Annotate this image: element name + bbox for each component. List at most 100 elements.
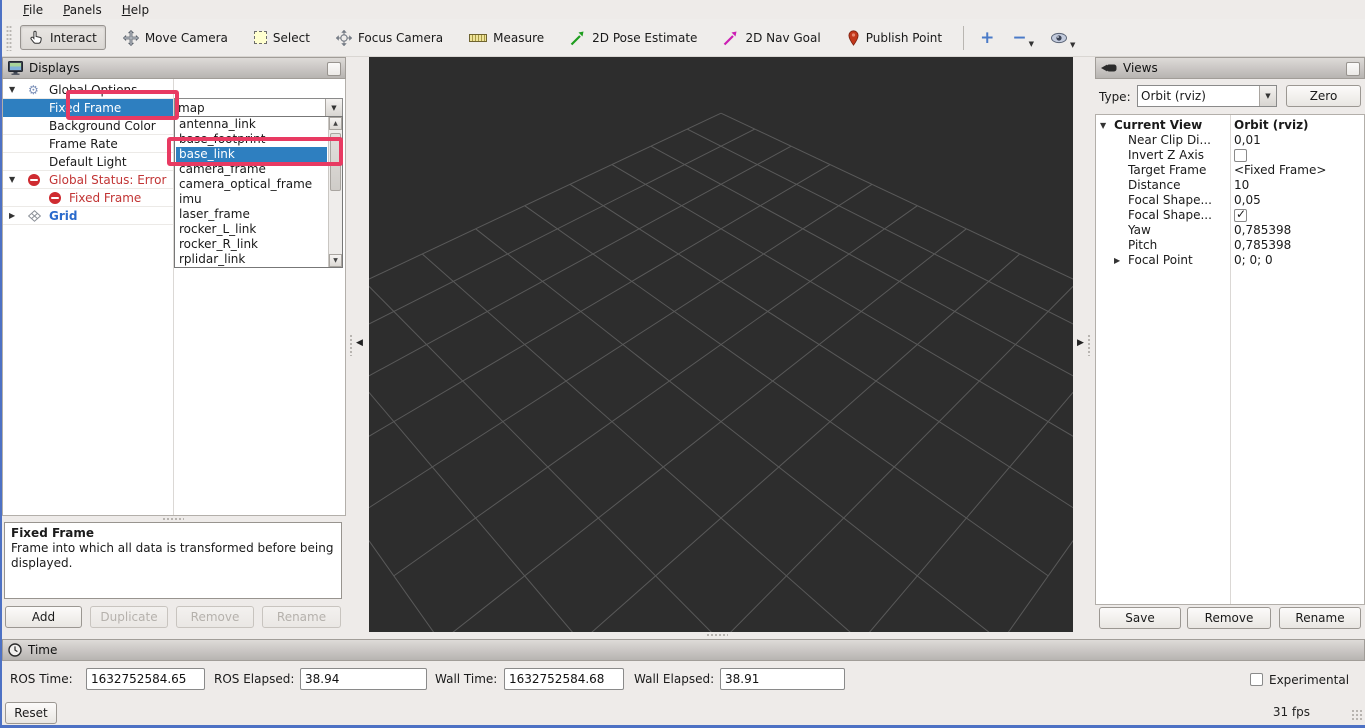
menu-help[interactable]: Help <box>113 2 158 18</box>
grid-display-icon <box>28 210 41 222</box>
tree-row-label: Fixed Frame <box>69 189 141 207</box>
prop-row-near-clip[interactable]: Near Clip Di... 0,01 <box>1096 133 1364 148</box>
tree-row-global-status-error[interactable]: ▼ Global Status: Error <box>3 171 173 189</box>
chevron-right-icon[interactable]: ▶ <box>1114 253 1120 268</box>
prop-name: Invert Z Axis <box>1128 148 1204 163</box>
prop-row-current-view[interactable]: ▼ Current View Orbit (rviz) <box>1096 118 1364 133</box>
menu-panels[interactable]: Panels <box>54 2 111 18</box>
prop-row-distance[interactable]: Distance 10 <box>1096 178 1364 193</box>
tree-row-fixed-frame-error[interactable]: Fixed Frame <box>3 189 173 207</box>
dropdown-item-rplidar-link[interactable]: rplidar_link <box>176 252 327 267</box>
dropdown-item-rocker-l-link[interactable]: rocker_L_link <box>176 222 327 237</box>
views-panel: Views Type: Orbit (rviz) ▼ Zero ▼ Curren… <box>1095 57 1365 632</box>
interact-tool-label: Interact <box>50 31 97 45</box>
prop-value: 0,785398 <box>1234 223 1291 238</box>
chevron-down-icon[interactable]: ▼ <box>9 171 15 189</box>
horizontal-splitter-handle[interactable] <box>162 517 184 521</box>
chevron-right-icon[interactable]: ▶ <box>9 207 15 225</box>
add-tool-button[interactable]: + <box>974 28 1000 48</box>
toolbar-separator <box>963 26 964 50</box>
remove-tool-button[interactable]: − ▼ <box>1006 28 1038 48</box>
resize-grip[interactable] <box>1351 709 1363 721</box>
scroll-down-icon[interactable]: ▼ <box>329 254 342 267</box>
time-panel-header: Time <box>2 639 1365 661</box>
zero-button[interactable]: Zero <box>1286 85 1361 107</box>
interact-tool-button[interactable]: Interact <box>20 25 106 50</box>
splitter-dots <box>1087 334 1091 356</box>
add-display-button[interactable]: Add <box>5 606 82 628</box>
pose-estimate-tool-button[interactable]: 2D Pose Estimate <box>561 25 706 51</box>
views-float-button[interactable] <box>1346 62 1360 76</box>
rviz-window: File Panels Help Interact Move Camera Se… <box>0 0 1365 728</box>
displays-float-button[interactable] <box>327 62 341 76</box>
focus-camera-tool-button[interactable]: Focus Camera <box>327 25 452 51</box>
plus-icon: + <box>980 30 994 46</box>
render-viewport[interactable] <box>369 57 1073 632</box>
move-camera-tool-button[interactable]: Move Camera <box>114 25 237 51</box>
dropdown-item-antenna-link[interactable]: antenna_link <box>176 117 327 132</box>
invert-z-checkbox[interactable] <box>1234 149 1247 162</box>
wall-elapsed-label: Wall Elapsed: <box>634 672 714 686</box>
combo-arrow-icon[interactable]: ▼ <box>1259 86 1276 106</box>
view-type-combo[interactable]: Orbit (rviz) ▼ <box>1137 85 1277 107</box>
scroll-up-icon[interactable]: ▲ <box>329 117 342 130</box>
views-panel-title: Views <box>1123 61 1158 75</box>
dropdown-item-rocker-r-link[interactable]: rocker_R_link <box>176 237 327 252</box>
rename-view-button[interactable]: Rename <box>1279 607 1361 629</box>
ros-elapsed-input[interactable] <box>300 668 427 690</box>
wall-elapsed-input[interactable] <box>720 668 845 690</box>
prop-row-focal-shape-fixed[interactable]: Focal Shape... <box>1096 208 1364 223</box>
chevron-down-icon[interactable]: ▼ <box>9 81 15 99</box>
remove-display-button[interactable]: Remove <box>176 606 254 628</box>
save-view-button[interactable]: Save <box>1099 607 1181 629</box>
wall-time-input[interactable] <box>504 668 624 690</box>
prop-row-focal-point[interactable]: ▶ Focal Point 0; 0; 0 <box>1096 253 1364 268</box>
tree-row-frame-rate[interactable]: Frame Rate <box>3 135 173 153</box>
combo-arrow-icon[interactable]: ▼ <box>325 99 342 116</box>
prop-row-focal-shape-size[interactable]: Focal Shape... 0,05 <box>1096 193 1364 208</box>
prop-row-invert-z[interactable]: Invert Z Axis <box>1096 148 1364 163</box>
right-splitter[interactable]: ▶ <box>1073 57 1095 632</box>
dropdown-item-camera-optical-frame[interactable]: camera_optical_frame <box>176 177 327 192</box>
ros-time-label: ROS Time: <box>10 672 73 686</box>
gear-icon: ⚙ <box>28 81 39 99</box>
prop-name: Focal Shape... <box>1128 208 1212 223</box>
ground-grid <box>369 57 1073 632</box>
measure-tool-button[interactable]: Measure <box>460 26 553 50</box>
eye-icon <box>1050 31 1068 45</box>
left-splitter[interactable]: ◀ <box>346 57 369 632</box>
fixed-frame-combo[interactable]: map ▼ <box>174 98 343 117</box>
tree-row-default-light[interactable]: Default Light <box>3 153 173 171</box>
minus-icon: − <box>1012 30 1026 46</box>
monitor-icon <box>8 61 23 75</box>
collapse-right-icon[interactable]: ▶ <box>1077 338 1084 348</box>
focal-shape-checkbox[interactable] <box>1234 209 1247 222</box>
select-tool-button[interactable]: Select <box>245 26 319 50</box>
prop-row-pitch[interactable]: Pitch 0,785398 <box>1096 238 1364 253</box>
annotation-highlight-base-link <box>167 137 343 166</box>
nav-goal-tool-button[interactable]: 2D Nav Goal <box>714 25 829 51</box>
prop-name: Distance <box>1128 178 1180 193</box>
viewport-splitter-handle[interactable] <box>706 633 728 637</box>
duplicate-display-button[interactable]: Duplicate <box>90 606 168 628</box>
chevron-down-icon[interactable]: ▼ <box>1100 118 1106 133</box>
tool-visibility-button[interactable]: ▼ <box>1044 29 1079 47</box>
dropdown-caret-icon: ▼ <box>1029 40 1034 48</box>
reset-button[interactable]: Reset <box>5 702 57 724</box>
dropdown-item-laser-frame[interactable]: laser_frame <box>176 207 327 222</box>
ros-time-input[interactable] <box>86 668 205 690</box>
tree-row-grid[interactable]: ▶ Grid <box>3 207 173 225</box>
prop-row-target-frame[interactable]: Target Frame <Fixed Frame> <box>1096 163 1364 178</box>
prop-row-yaw[interactable]: Yaw 0,785398 <box>1096 223 1364 238</box>
toolbar-drag-handle[interactable] <box>6 25 12 51</box>
publish-point-tool-label: Publish Point <box>866 31 942 45</box>
dropdown-item-imu[interactable]: imu <box>176 192 327 207</box>
rename-display-button[interactable]: Rename <box>262 606 341 628</box>
menu-file[interactable]: File <box>14 2 52 18</box>
wall-time-label: Wall Time: <box>435 672 497 686</box>
collapse-left-icon[interactable]: ◀ <box>356 338 363 348</box>
experimental-checkbox[interactable] <box>1250 673 1263 686</box>
publish-point-tool-button[interactable]: Publish Point <box>838 25 951 51</box>
move-camera-tool-label: Move Camera <box>145 31 228 45</box>
remove-view-button[interactable]: Remove <box>1187 607 1271 629</box>
